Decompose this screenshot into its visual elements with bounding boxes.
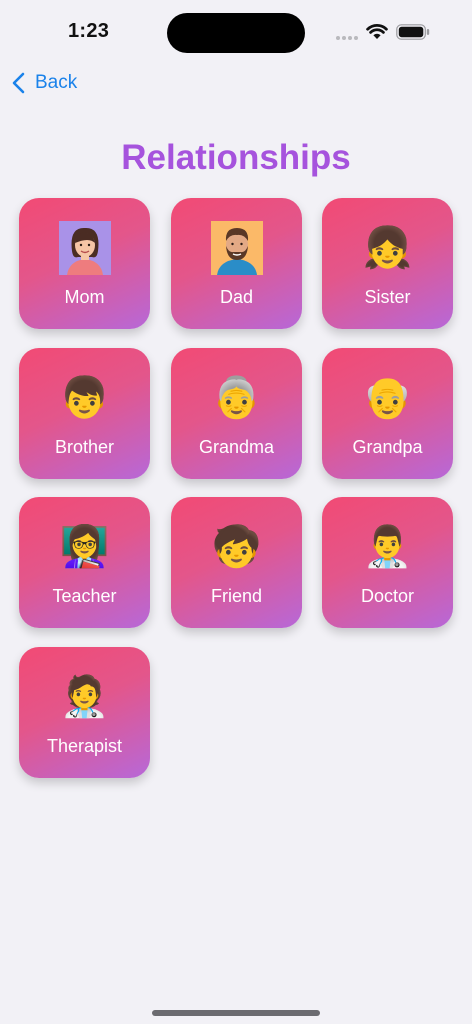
- tile-label: Grandma: [198, 437, 275, 457]
- back-button[interactable]: Back: [12, 68, 77, 98]
- wifi-icon: [366, 24, 388, 39]
- child-icon: 🧒: [211, 525, 262, 569]
- status-time: 1:23: [68, 20, 110, 42]
- teacher-icon: 👩‍🏫: [59, 525, 110, 569]
- relationship-tile-therapist[interactable]: 🧑‍⚕️ Therapist: [19, 647, 150, 778]
- back-label: Back: [35, 72, 78, 93]
- tile-label: Sister: [364, 287, 411, 307]
- old-woman-icon: 👵: [211, 376, 262, 420]
- status-bar: 1:23: [0, 0, 472, 64]
- relationship-tile-doctor[interactable]: 👨‍⚕️ Doctor: [322, 497, 453, 628]
- tile-label: Therapist: [46, 736, 123, 756]
- relationship-tile-grandpa[interactable]: 👴 Grandpa: [322, 348, 453, 479]
- girl-icon: 👧: [362, 226, 413, 270]
- doctor-icon: 👨‍⚕️: [362, 525, 413, 569]
- tile-label: Dad: [219, 287, 254, 307]
- relationship-tile-teacher[interactable]: 👩‍🏫 Teacher: [19, 497, 150, 628]
- dynamic-island: [167, 13, 305, 53]
- tile-label: Doctor: [360, 586, 414, 606]
- tile-label: Mom: [64, 287, 105, 307]
- dad-avatar-icon: [171, 220, 302, 276]
- relationship-tile-dad[interactable]: Dad: [171, 198, 302, 329]
- relationship-tile-brother[interactable]: 👦 Brother: [19, 348, 150, 479]
- battery-icon: [396, 24, 430, 40]
- cellular-signal-icon: [336, 36, 358, 41]
- page-title: Relationships: [121, 138, 351, 177]
- tile-label: Friend: [210, 586, 263, 606]
- mom-avatar-icon: [19, 220, 150, 276]
- boy-icon: 👦: [59, 376, 110, 420]
- tile-label: Brother: [54, 437, 115, 457]
- chevron-left-icon: [12, 72, 25, 94]
- health-worker-icon: 🧑‍⚕️: [59, 675, 110, 719]
- relationship-tile-grandma[interactable]: 👵 Grandma: [171, 348, 302, 479]
- tile-label: Teacher: [52, 586, 117, 606]
- relationship-tile-friend[interactable]: 🧒 Friend: [171, 497, 302, 628]
- tile-label: Grandpa: [352, 437, 423, 457]
- old-man-icon: 👴: [362, 376, 413, 420]
- home-indicator[interactable]: [152, 1010, 320, 1016]
- relationship-tile-mom[interactable]: Mom: [19, 198, 150, 329]
- relationship-tile-sister[interactable]: 👧 Sister: [322, 198, 453, 329]
